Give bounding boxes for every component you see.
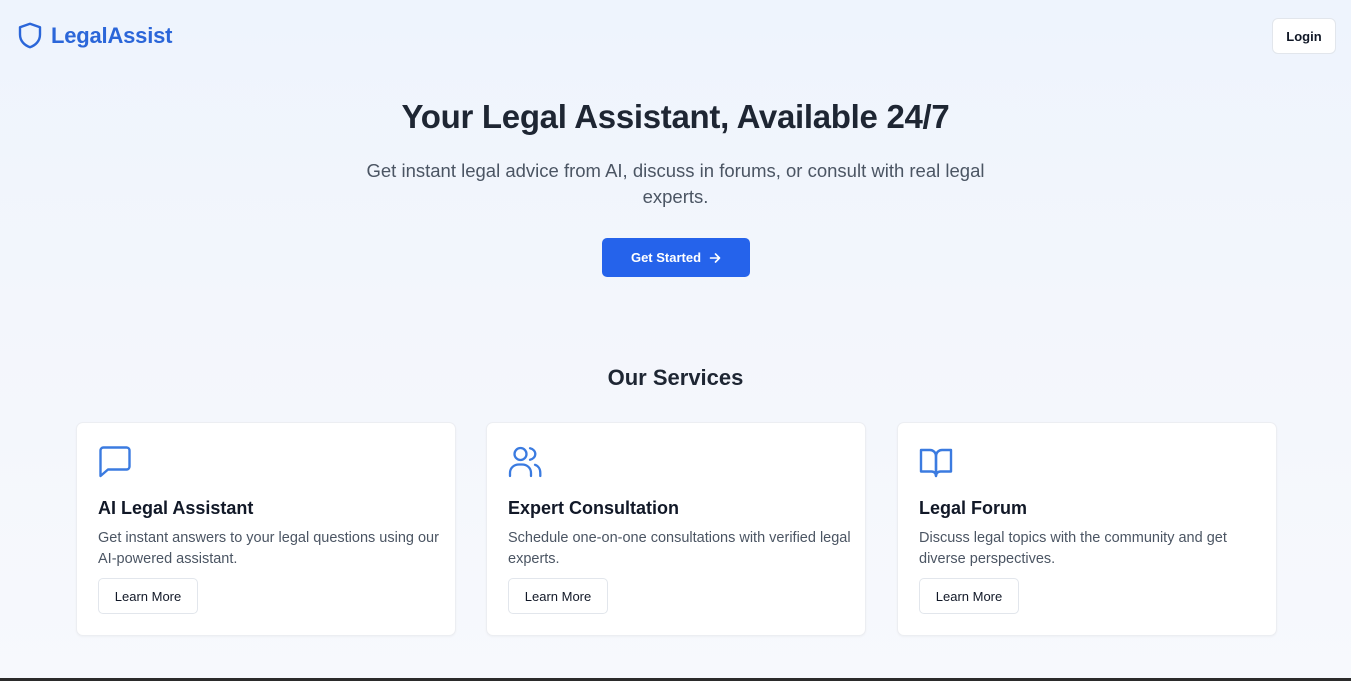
- arrow-right-icon: [709, 252, 721, 263]
- message-square-icon: [99, 446, 131, 478]
- service-card-ai-assistant: AI Legal Assistant Get instant answers t…: [76, 422, 456, 636]
- users-icon: [508, 446, 542, 478]
- card-title: Legal Forum: [919, 498, 1028, 518]
- services-title: Our Services: [607, 365, 744, 390]
- card-description: Discuss legal topics with the community …: [919, 530, 1227, 567]
- service-card-legal-forum: Legal Forum Discuss legal topics with th…: [897, 422, 1277, 636]
- book-open-icon: [919, 448, 953, 478]
- hero-subtitle: Get instant legal advice from AI, discus…: [366, 160, 985, 207]
- learn-more-button[interactable]: Learn More: [508, 578, 608, 614]
- card-title: AI Legal Assistant: [98, 498, 254, 518]
- card-description: Get instant answers to your legal questi…: [98, 530, 439, 567]
- learn-more-button[interactable]: Learn More: [919, 578, 1019, 614]
- site-header: LegalAssist Login: [0, 0, 1351, 72]
- service-card-expert-consultation: Expert Consultation Schedule one-on-one …: [486, 422, 866, 636]
- brand-logo[interactable]: LegalAssist: [18, 22, 172, 49]
- hero-title: Your Legal Assistant, Available 24/7: [401, 98, 950, 135]
- login-button[interactable]: Login: [1272, 18, 1336, 54]
- brand-name: LegalAssist: [51, 22, 173, 48]
- get-started-button[interactable]: Get Started: [602, 238, 750, 277]
- learn-more-button[interactable]: Learn More: [98, 578, 198, 614]
- card-title: Expert Consultation: [508, 498, 680, 518]
- card-description: Schedule one-on-one consultations with v…: [508, 530, 851, 567]
- shield-icon: [18, 22, 42, 49]
- get-started-label: Get Started: [630, 250, 702, 265]
